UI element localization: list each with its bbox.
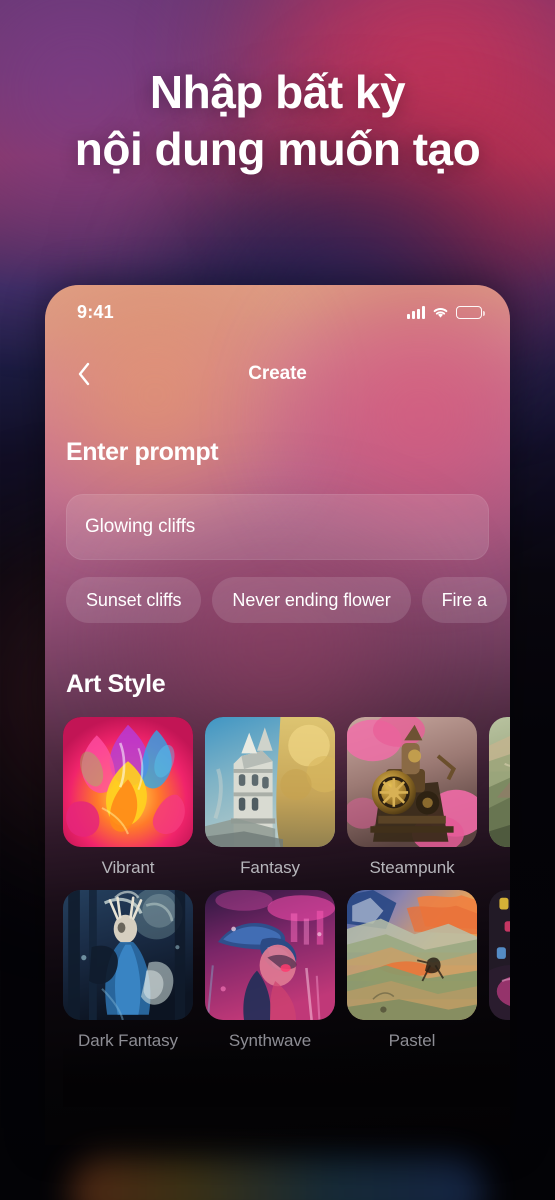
prompt-input[interactable]: Glowing cliffs [66,494,489,560]
section-title-prompt: Enter prompt [66,438,219,466]
section-title-art-style: Art Style [66,670,166,698]
prompt-input-value: Glowing cliffs [85,516,196,537]
suggestion-chip[interactable]: Sunset cliffs [66,577,202,623]
grid-bottom-fade [63,1043,510,1107]
art-style-thumbnail [63,717,193,847]
art-style-card-fantasy[interactable]: Fantasy [205,717,335,878]
status-bar: 9:41 [45,297,510,327]
bottom-glow [70,1158,485,1200]
headline-line-2: nội dung muốn tạo [74,123,481,176]
art-style-label: Pastel [388,1031,436,1050]
art-style-row: Vibrant Fantasy Steampunk [63,717,510,878]
chevron-left-icon [78,362,90,386]
art-style-card-steampunk[interactable]: Steampunk [347,717,477,878]
art-style-card-ukiyo[interactable]: U [489,717,510,878]
wifi-icon [432,306,449,319]
headline-line-1: Nhập bất kỳ [149,66,406,118]
art-style-thumbnail [63,890,193,1020]
page-title: Create [248,363,307,384]
art-style-label: U [489,858,510,878]
art-style-card-dark-fantasy[interactable]: Dark Fantasy [63,890,193,1051]
suggestion-chip[interactable]: Fire a [421,577,508,623]
art-style-card-pastel[interactable]: Pastel [347,890,477,1051]
promo-screenshot: Nhập bất kỳ nội dung muốn tạo 9:41 Creat… [0,0,555,1200]
nav-bar: Create [45,357,510,391]
promo-headline: Nhập bất kỳ nội dung muốn tạo [0,64,555,178]
art-style-grid: Vibrant Fantasy Steampunk Dark Fantasy S… [63,717,510,1107]
battery-icon [456,305,485,319]
back-button[interactable] [67,357,101,391]
art-style-label: Synthwave [228,1031,312,1050]
cellular-bars-icon [407,305,425,319]
art-style-thumbnail [205,890,335,1020]
art-style-card-vibrant[interactable]: Vibrant [63,717,193,878]
phone-screen: 9:41 Create Enter prompt Glowing cliffs … [45,285,510,1145]
prompt-suggestions: Sunset cliffs Never ending flower Fire a [66,577,510,623]
status-icons [407,305,485,319]
art-style-label: Dark Fantasy [78,1031,178,1050]
suggestion-chip[interactable]: Never ending flower [212,577,411,623]
phone-mockup: 9:41 Create Enter prompt Glowing cliffs … [45,285,510,1145]
art-style-thumbnail [489,890,510,1020]
art-style-thumbnail [205,717,335,847]
art-style-card-popart[interactable]: P [489,890,510,1051]
art-style-thumbnail [489,717,510,847]
art-style-thumbnail [347,717,477,847]
art-style-label: Vibrant [101,858,155,877]
art-style-card-synthwave[interactable]: Synthwave [205,890,335,1051]
art-style-thumbnail [347,890,477,1020]
art-style-row: Dark Fantasy Synthwave Pastel [63,890,510,1051]
art-style-label: Steampunk [369,858,455,877]
art-style-label: P [489,1031,510,1051]
status-time: 9:41 [77,301,114,322]
art-style-label: Fantasy [240,858,300,877]
